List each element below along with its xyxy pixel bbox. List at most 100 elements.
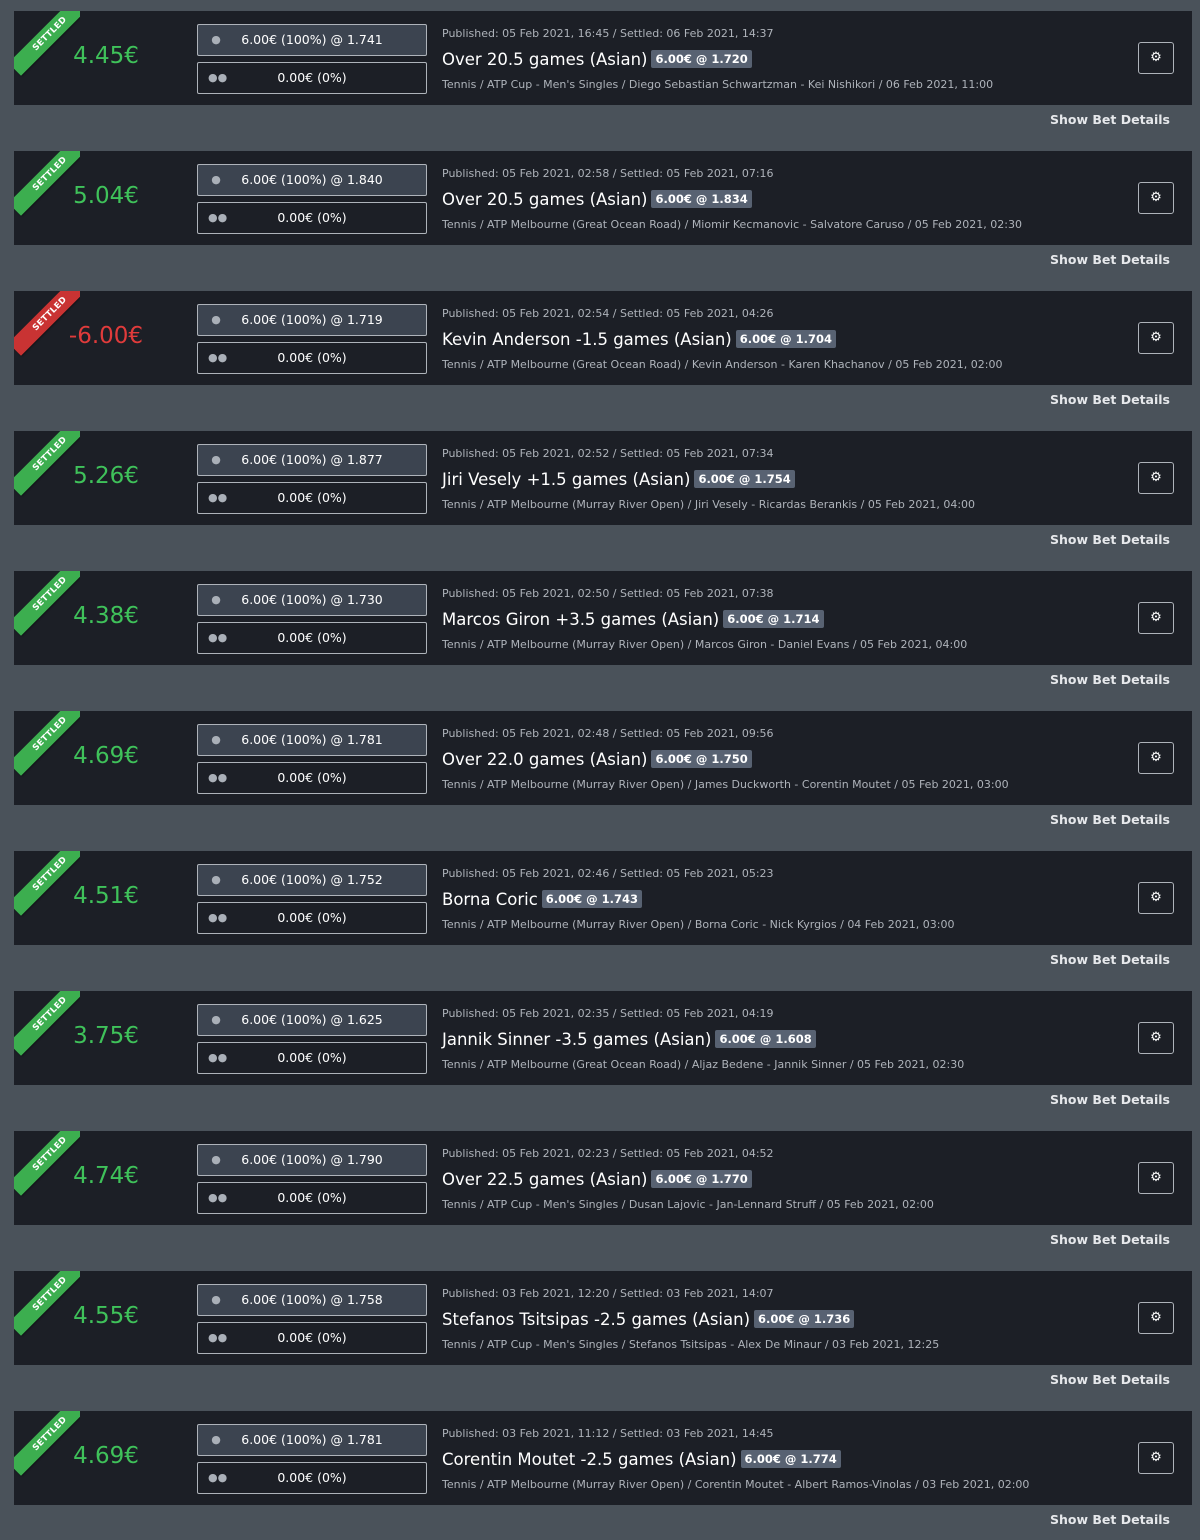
followers-stake-text: 0.00€ (0%) — [277, 70, 347, 85]
my-stake-box: ● 6.00€ (100%) @ 1.752 — [197, 864, 427, 896]
odds-badge: 6.00€ @ 1.770 — [651, 1170, 752, 1188]
odds-badge: 6.00€ @ 1.720 — [651, 50, 752, 68]
bet-card: SETTLED 4.55€ ● 6.00€ (100%) @ 1.758 ●● … — [14, 1271, 1192, 1365]
bet-selection: Over 20.5 games (Asian) 6.00€ @ 1.834 — [442, 189, 752, 211]
show-bet-details-link[interactable]: Show Bet Details — [1030, 111, 1190, 129]
bet-row: SETTLED -6.00€ ● 6.00€ (100%) @ 1.719 ●●… — [0, 280, 1200, 420]
user-icon: ● — [211, 1433, 221, 1446]
my-stake-text: 6.00€ (100%) @ 1.730 — [241, 592, 383, 607]
settings-button[interactable]: ⚙ — [1138, 322, 1174, 354]
bet-timestamps: Published: 05 Feb 2021, 02:54 / Settled:… — [442, 307, 774, 320]
show-bet-details-link[interactable]: Show Bet Details — [1030, 1511, 1190, 1529]
followers-stake-box: ●● 0.00€ (0%) — [197, 1462, 427, 1494]
users-group-icon: ●● — [208, 491, 228, 504]
followers-stake-text: 0.00€ (0%) — [277, 910, 347, 925]
my-stake-text: 6.00€ (100%) @ 1.840 — [241, 172, 383, 187]
selection-text: Over 22.5 games (Asian) — [442, 1170, 648, 1189]
my-stake-text: 6.00€ (100%) @ 1.877 — [241, 452, 383, 467]
show-bet-details-link[interactable]: Show Bet Details — [1030, 391, 1190, 409]
show-bet-details-link[interactable]: Show Bet Details — [1030, 1091, 1190, 1109]
followers-stake-box: ●● 0.00€ (0%) — [197, 1322, 427, 1354]
my-stake-box: ● 6.00€ (100%) @ 1.877 — [197, 444, 427, 476]
followers-stake-text: 0.00€ (0%) — [277, 490, 347, 505]
followers-stake-text: 0.00€ (0%) — [277, 210, 347, 225]
profit-value: 4.69€ — [73, 1443, 139, 1469]
bet-selection: Stefanos Tsitsipas -2.5 games (Asian) 6.0… — [442, 1309, 855, 1331]
settings-button[interactable]: ⚙ — [1138, 1302, 1174, 1334]
odds-badge: 6.00€ @ 1.714 — [723, 610, 824, 628]
bet-selection: Jannik Sinner -3.5 games (Asian) 6.00€ @ … — [442, 1029, 816, 1051]
show-bet-details-link[interactable]: Show Bet Details — [1030, 671, 1190, 689]
profit-value: 5.26€ — [73, 463, 139, 489]
show-bet-details-link[interactable]: Show Bet Details — [1030, 811, 1190, 829]
odds-badge: 6.00€ @ 1.608 — [715, 1030, 816, 1048]
users-group-icon: ●● — [208, 351, 228, 364]
bet-card: SETTLED 4.38€ ● 6.00€ (100%) @ 1.730 ●● … — [14, 571, 1192, 665]
my-stake-box: ● 6.00€ (100%) @ 1.719 — [197, 304, 427, 336]
my-stake-text: 6.00€ (100%) @ 1.625 — [241, 1012, 383, 1027]
user-icon: ● — [211, 453, 221, 466]
bet-timestamps: Published: 05 Feb 2021, 02:23 / Settled:… — [442, 1147, 774, 1160]
selection-text: Over 20.5 games (Asian) — [442, 50, 648, 69]
users-group-icon: ●● — [208, 631, 228, 644]
settings-button[interactable]: ⚙ — [1138, 182, 1174, 214]
followers-stake-box: ●● 0.00€ (0%) — [197, 62, 427, 94]
followers-stake-text: 0.00€ (0%) — [277, 1470, 347, 1485]
settings-button[interactable]: ⚙ — [1138, 1162, 1174, 1194]
gear-icon: ⚙ — [1150, 750, 1162, 765]
selection-text: Over 22.0 games (Asian) — [442, 750, 648, 769]
users-group-icon: ●● — [208, 1471, 228, 1484]
event-path: Tennis / ATP Cup - Men's Singles / Stefa… — [442, 1338, 940, 1351]
bet-card: SETTLED 4.45€ ● 6.00€ (100%) @ 1.741 ●● … — [14, 11, 1192, 105]
event-path: Tennis / ATP Melbourne (Great Ocean Road… — [442, 358, 1003, 371]
show-bet-details-link[interactable]: Show Bet Details — [1030, 1371, 1190, 1389]
user-icon: ● — [211, 593, 221, 606]
profit-value: 3.75€ — [73, 1023, 139, 1049]
selection-text: Stefanos Tsitsipas -2.5 games (Asian) — [442, 1310, 751, 1329]
profit-value: 4.51€ — [73, 883, 139, 909]
profit-value: 4.45€ — [73, 43, 139, 69]
settings-button[interactable]: ⚙ — [1138, 742, 1174, 774]
profit-value: 4.55€ — [73, 1303, 139, 1329]
bet-timestamps: Published: 05 Feb 2021, 02:50 / Settled:… — [442, 587, 774, 600]
bet-card: SETTLED 4.69€ ● 6.00€ (100%) @ 1.781 ●● … — [14, 1411, 1192, 1505]
users-group-icon: ●● — [208, 1051, 228, 1064]
odds-badge: 6.00€ @ 1.754 — [694, 470, 795, 488]
profit-value: 5.04€ — [73, 183, 139, 209]
selection-text: Corentin Moutet -2.5 games (Asian) — [442, 1450, 737, 1469]
bet-selection: Jiri Vesely +1.5 games (Asian) 6.00€ @ 1.… — [442, 469, 795, 491]
show-bet-details-link[interactable]: Show Bet Details — [1030, 531, 1190, 549]
gear-icon: ⚙ — [1150, 50, 1162, 65]
settings-button[interactable]: ⚙ — [1138, 602, 1174, 634]
bet-timestamps: Published: 05 Feb 2021, 02:35 / Settled:… — [442, 1007, 774, 1020]
users-group-icon: ●● — [208, 1331, 228, 1344]
settings-button[interactable]: ⚙ — [1138, 462, 1174, 494]
my-stake-box: ● 6.00€ (100%) @ 1.790 — [197, 1144, 427, 1176]
show-bet-details-link[interactable]: Show Bet Details — [1030, 951, 1190, 969]
settings-button[interactable]: ⚙ — [1138, 42, 1174, 74]
settings-button[interactable]: ⚙ — [1138, 882, 1174, 914]
bet-selection: Corentin Moutet -2.5 games (Asian) 6.00€ … — [442, 1449, 841, 1471]
odds-badge: 6.00€ @ 1.743 — [541, 890, 643, 908]
selection-text: Jiri Vesely +1.5 games (Asian) — [442, 470, 691, 489]
settings-button[interactable]: ⚙ — [1138, 1022, 1174, 1054]
gear-icon: ⚙ — [1150, 610, 1162, 625]
followers-stake-box: ●● 0.00€ (0%) — [197, 1042, 427, 1074]
bet-row: SETTLED 5.26€ ● 6.00€ (100%) @ 1.877 ●● … — [0, 420, 1200, 560]
bet-row: SETTLED 4.74€ ● 6.00€ (100%) @ 1.790 ●● … — [0, 1120, 1200, 1260]
settings-button[interactable]: ⚙ — [1138, 1442, 1174, 1474]
show-bet-details-link[interactable]: Show Bet Details — [1030, 1231, 1190, 1249]
followers-stake-text: 0.00€ (0%) — [277, 350, 347, 365]
bet-card: SETTLED 3.75€ ● 6.00€ (100%) @ 1.625 ●● … — [14, 991, 1192, 1085]
bet-selection: Over 20.5 games (Asian) 6.00€ @ 1.720 — [442, 49, 752, 71]
event-path: Tennis / ATP Melbourne (Murray River Ope… — [442, 1478, 1030, 1491]
gear-icon: ⚙ — [1150, 1030, 1162, 1045]
profit-value: 4.69€ — [73, 743, 139, 769]
show-bet-details-link[interactable]: Show Bet Details — [1030, 251, 1190, 269]
event-path: Tennis / ATP Melbourne (Great Ocean Road… — [442, 1058, 965, 1071]
my-stake-box: ● 6.00€ (100%) @ 1.625 — [197, 1004, 427, 1036]
event-path: Tennis / ATP Melbourne (Murray River Ope… — [442, 638, 968, 651]
bet-timestamps: Published: 03 Feb 2021, 11:12 / Settled:… — [442, 1427, 774, 1440]
my-stake-box: ● 6.00€ (100%) @ 1.741 — [197, 24, 427, 56]
users-group-icon: ●● — [208, 911, 228, 924]
